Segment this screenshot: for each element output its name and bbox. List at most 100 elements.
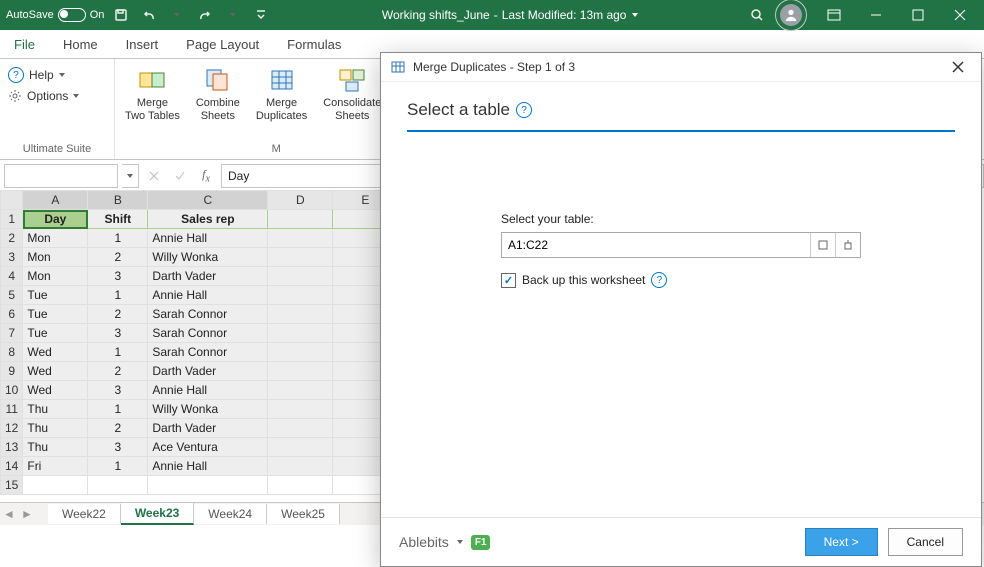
help-button[interactable]: ? Help — [4, 65, 83, 85]
last-modified-label[interactable]: Last Modified: 13m ago — [502, 8, 627, 22]
cell[interactable] — [268, 324, 333, 343]
cell[interactable]: 2 — [88, 248, 148, 267]
cell[interactable] — [268, 286, 333, 305]
undo-icon[interactable] — [138, 4, 160, 26]
cell[interactable] — [268, 381, 333, 400]
cell[interactable]: Tue — [23, 324, 88, 343]
cell[interactable]: 1 — [88, 286, 148, 305]
cell[interactable]: Thu — [23, 400, 88, 419]
cell[interactable]: Wed — [23, 362, 88, 381]
column-header[interactable]: C — [148, 191, 268, 210]
cell[interactable]: Tue — [23, 305, 88, 324]
cell[interactable]: 3 — [88, 324, 148, 343]
chevron-down-icon[interactable] — [222, 4, 244, 26]
cell[interactable]: Sarah Connor — [148, 305, 268, 324]
sheet-nav-prev-icon[interactable]: ◄ — [0, 505, 18, 523]
tab-file[interactable]: File — [0, 31, 49, 58]
cell[interactable] — [268, 305, 333, 324]
select-range-icon[interactable] — [835, 233, 860, 257]
cell[interactable]: 3 — [88, 381, 148, 400]
autosave-toggle[interactable]: AutoSave On — [6, 8, 104, 22]
cell[interactable]: Sales rep — [148, 210, 268, 229]
f1-badge[interactable]: F1 — [471, 535, 491, 550]
row-header[interactable]: 3 — [1, 248, 23, 267]
cell[interactable]: Wed — [23, 381, 88, 400]
cell[interactable]: 2 — [88, 305, 148, 324]
sheet-tab[interactable]: Week24 — [194, 504, 267, 524]
tab-page-layout[interactable]: Page Layout — [172, 31, 273, 58]
sheet-tab[interactable]: Week25 — [267, 504, 340, 524]
row-header[interactable]: 11 — [1, 400, 23, 419]
help-icon[interactable]: ? — [516, 102, 532, 118]
help-icon[interactable]: ? — [651, 272, 667, 288]
cell[interactable] — [268, 248, 333, 267]
row-header[interactable]: 7 — [1, 324, 23, 343]
dialog-close-button[interactable] — [945, 54, 971, 80]
cell[interactable]: 3 — [88, 267, 148, 286]
cell[interactable]: Ace Ventura — [148, 438, 268, 457]
row-header[interactable]: 8 — [1, 343, 23, 362]
cell[interactable] — [148, 476, 268, 495]
cell[interactable]: Annie Hall — [148, 229, 268, 248]
cell[interactable] — [268, 362, 333, 381]
range-input[interactable] — [502, 233, 810, 257]
merge-two-tables-button[interactable]: Merge Two Tables — [117, 61, 188, 127]
cell[interactable]: 2 — [88, 419, 148, 438]
cell[interactable]: Darth Vader — [148, 362, 268, 381]
cell[interactable]: Annie Hall — [148, 457, 268, 476]
row-header[interactable]: 13 — [1, 438, 23, 457]
cell[interactable]: Mon — [23, 267, 88, 286]
combine-sheets-button[interactable]: Combine Sheets — [188, 61, 248, 127]
cell[interactable]: Willy Wonka — [148, 400, 268, 419]
row-header[interactable]: 9 — [1, 362, 23, 381]
cell[interactable]: Day — [23, 210, 88, 229]
cell[interactable]: 1 — [88, 457, 148, 476]
column-header[interactable]: A — [23, 191, 88, 210]
tab-insert[interactable]: Insert — [112, 31, 173, 58]
row-header[interactable]: 12 — [1, 419, 23, 438]
cell[interactable]: 1 — [88, 343, 148, 362]
cell[interactable]: 2 — [88, 362, 148, 381]
backup-checkbox-row[interactable]: ✓ Back up this worksheet ? — [501, 272, 861, 288]
cell[interactable]: 3 — [88, 438, 148, 457]
row-header[interactable]: 2 — [1, 229, 23, 248]
sheet-nav-next-icon[interactable]: ► — [18, 505, 36, 523]
ribbon-display-icon[interactable] — [814, 0, 854, 30]
cell[interactable]: Fri — [23, 457, 88, 476]
row-header[interactable]: 14 — [1, 457, 23, 476]
row-header[interactable]: 6 — [1, 305, 23, 324]
column-header[interactable]: D — [268, 191, 333, 210]
minimize-icon[interactable] — [856, 0, 896, 30]
fx-icon[interactable]: fx — [195, 165, 217, 187]
cell[interactable] — [268, 400, 333, 419]
enter-formula-icon[interactable] — [169, 165, 191, 187]
cell[interactable]: Thu — [23, 419, 88, 438]
next-button[interactable]: Next > — [805, 528, 878, 556]
cancel-button[interactable]: Cancel — [888, 528, 963, 556]
cancel-formula-icon[interactable] — [143, 165, 165, 187]
cell[interactable] — [268, 210, 333, 229]
cell[interactable] — [23, 476, 88, 495]
cell[interactable] — [268, 476, 333, 495]
tab-formulas[interactable]: Formulas — [273, 31, 355, 58]
cell[interactable] — [268, 457, 333, 476]
brand-label[interactable]: Ablebits F1 — [399, 534, 490, 550]
cell[interactable] — [268, 229, 333, 248]
cell[interactable] — [88, 476, 148, 495]
chevron-down-icon[interactable] — [166, 4, 188, 26]
column-header[interactable]: B — [88, 191, 148, 210]
account-avatar[interactable] — [780, 4, 802, 26]
cell[interactable]: Tue — [23, 286, 88, 305]
cell[interactable] — [268, 343, 333, 362]
select-all-cell[interactable] — [1, 191, 23, 210]
cell[interactable]: Willy Wonka — [148, 248, 268, 267]
cell[interactable]: Thu — [23, 438, 88, 457]
checkbox-icon[interactable]: ✓ — [501, 273, 516, 288]
cell[interactable]: Sarah Connor — [148, 343, 268, 362]
cell[interactable]: 1 — [88, 400, 148, 419]
maximize-icon[interactable] — [898, 0, 938, 30]
consolidate-sheets-button[interactable]: Consolidate Sheets — [315, 61, 389, 127]
cell[interactable]: 1 — [88, 229, 148, 248]
qat-customize-icon[interactable] — [250, 4, 272, 26]
row-header[interactable]: 5 — [1, 286, 23, 305]
